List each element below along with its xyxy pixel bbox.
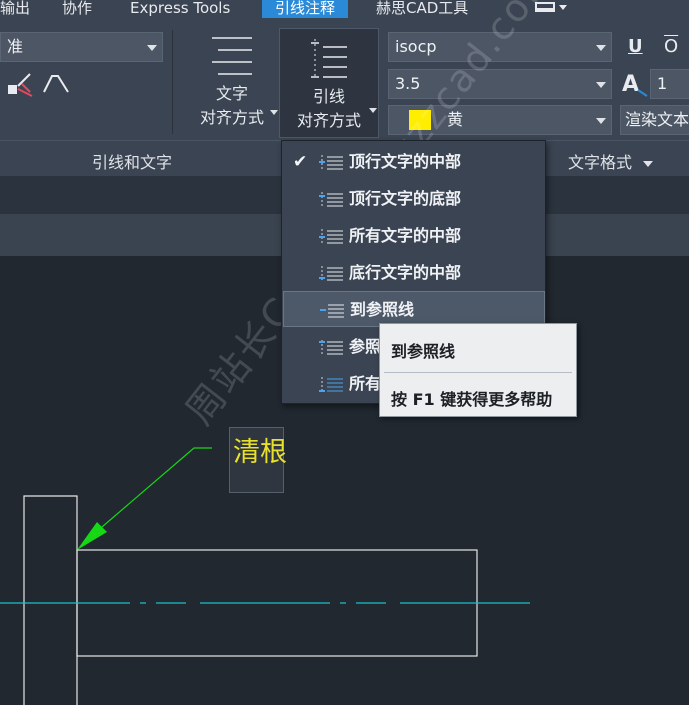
leader-align-button[interactable]: 引线 对齐方式 bbox=[279, 28, 379, 138]
render-text-combo[interactable]: 渲染文本 bbox=[620, 105, 689, 135]
tooltip-title: 到参照线 bbox=[391, 342, 456, 361]
text-style-value: isocp bbox=[395, 37, 437, 56]
tab-leader-annotation[interactable]: 引线注释 bbox=[262, 0, 349, 18]
tooltip-help-text: 按 F1 键获得更多帮助 bbox=[391, 390, 553, 409]
chevron-down-icon bbox=[596, 82, 606, 88]
menu-item-label: 到参照线 bbox=[350, 300, 415, 319]
mtext-content: 清根 bbox=[233, 437, 287, 468]
leader-angle-icon bbox=[43, 75, 69, 93]
render-text-value: 渲染文本 bbox=[625, 110, 689, 129]
tab-collaborate[interactable]: 协作 bbox=[62, 0, 92, 18]
leader-align-line2: 对齐方式 bbox=[296, 111, 361, 130]
vertical-plate bbox=[23, 495, 78, 705]
chevron-down-icon bbox=[643, 160, 654, 167]
style-combo-left[interactable]: 准 bbox=[0, 32, 163, 62]
leader-align-icon bbox=[319, 229, 343, 244]
text-align-icon bbox=[212, 37, 252, 75]
text-style-combo[interactable]: isocp bbox=[388, 32, 612, 62]
menu-item-label: 所有 bbox=[349, 374, 382, 393]
leader-tools-icons[interactable] bbox=[4, 70, 74, 98]
text-width-icon: A bbox=[622, 72, 648, 97]
check-icon: ✔ bbox=[293, 152, 308, 172]
color-swatch bbox=[409, 110, 431, 130]
tab-overflow-menu[interactable] bbox=[533, 0, 573, 18]
ribbon-tab-bar: 输出 协作 Express Tools 引线注释 赫思CAD工具 bbox=[0, 0, 689, 18]
menu-item-label: 参照 bbox=[349, 337, 382, 356]
leader-align-icon bbox=[319, 155, 343, 170]
tab-express-tools[interactable]: Express Tools bbox=[130, 0, 230, 18]
menu-item-label: 顶行文字的中部 bbox=[349, 152, 462, 171]
text-align-line2: 对齐方式 bbox=[199, 108, 264, 127]
leader-align-icon bbox=[319, 377, 343, 392]
style-combo-value: 准 bbox=[7, 37, 24, 56]
leader-align-icon bbox=[311, 39, 347, 79]
text-align-button[interactable]: 文字 对齐方式 bbox=[192, 28, 272, 136]
menu-item-to-reference-line[interactable]: 到参照线 bbox=[283, 291, 545, 327]
leader-align-icon bbox=[319, 192, 343, 207]
width-factor-input[interactable]: 1 bbox=[650, 69, 689, 99]
menu-item-label: 底行文字的中部 bbox=[349, 263, 462, 282]
menu-tooltip: 到参照线 按 F1 键获得更多帮助 bbox=[379, 323, 577, 417]
chevron-down-icon bbox=[596, 45, 606, 51]
menu-item-bottom-line-middle[interactable]: 底行文字的中部 bbox=[283, 255, 545, 291]
leader-align-dropdown-arrow[interactable] bbox=[369, 108, 377, 113]
menu-item-all-lines-middle[interactable]: 所有文字的中部 bbox=[283, 218, 545, 254]
text-color-value: 黄 bbox=[447, 110, 464, 129]
text-align-line1: 文字 bbox=[215, 84, 248, 103]
reference-line-icon bbox=[320, 304, 344, 318]
chevron-down-icon bbox=[596, 118, 606, 124]
menu-item-label: 顶行文字的底部 bbox=[349, 189, 462, 208]
panel-title-leader-text: 引线和文字 bbox=[92, 153, 173, 172]
svg-text:A: A bbox=[622, 72, 639, 97]
menu-item-top-line-middle[interactable]: ✔ 顶行文字的中部 bbox=[283, 144, 545, 180]
tab-output[interactable]: 输出 bbox=[0, 0, 30, 18]
leader-align-icon bbox=[319, 340, 343, 355]
leader-align-icon bbox=[319, 266, 343, 281]
leader-align-line1: 引线 bbox=[312, 87, 345, 106]
overline-button[interactable]: O bbox=[664, 36, 678, 57]
tab-hesi-cad-tools[interactable]: 赫思CAD工具 bbox=[376, 0, 468, 18]
text-height-value: 3.5 bbox=[395, 74, 421, 93]
text-height-combo[interactable]: 3.5 bbox=[388, 69, 612, 99]
mtext-annotation[interactable]: 清根 bbox=[229, 427, 287, 493]
panel-separator bbox=[172, 30, 173, 134]
text-align-dropdown-arrow[interactable] bbox=[270, 110, 278, 115]
leader-line bbox=[87, 447, 212, 540]
width-factor-value: 1 bbox=[657, 74, 668, 93]
add-leader-icon bbox=[8, 73, 33, 97]
menu-item-label: 所有文字的中部 bbox=[349, 226, 462, 245]
text-color-combo[interactable]: 黄 bbox=[388, 105, 612, 135]
menu-item-top-line-bottom[interactable]: 顶行文字的底部 bbox=[283, 181, 545, 217]
tooltip-divider bbox=[384, 372, 572, 373]
chevron-down-icon bbox=[147, 45, 157, 51]
panel-title-text-format-label: 文字格式 bbox=[568, 153, 633, 172]
panel-title-text-format[interactable]: 文字格式 bbox=[568, 149, 654, 173]
underline-button[interactable]: U bbox=[628, 36, 643, 57]
window-dropdown-icon bbox=[535, 2, 567, 12]
